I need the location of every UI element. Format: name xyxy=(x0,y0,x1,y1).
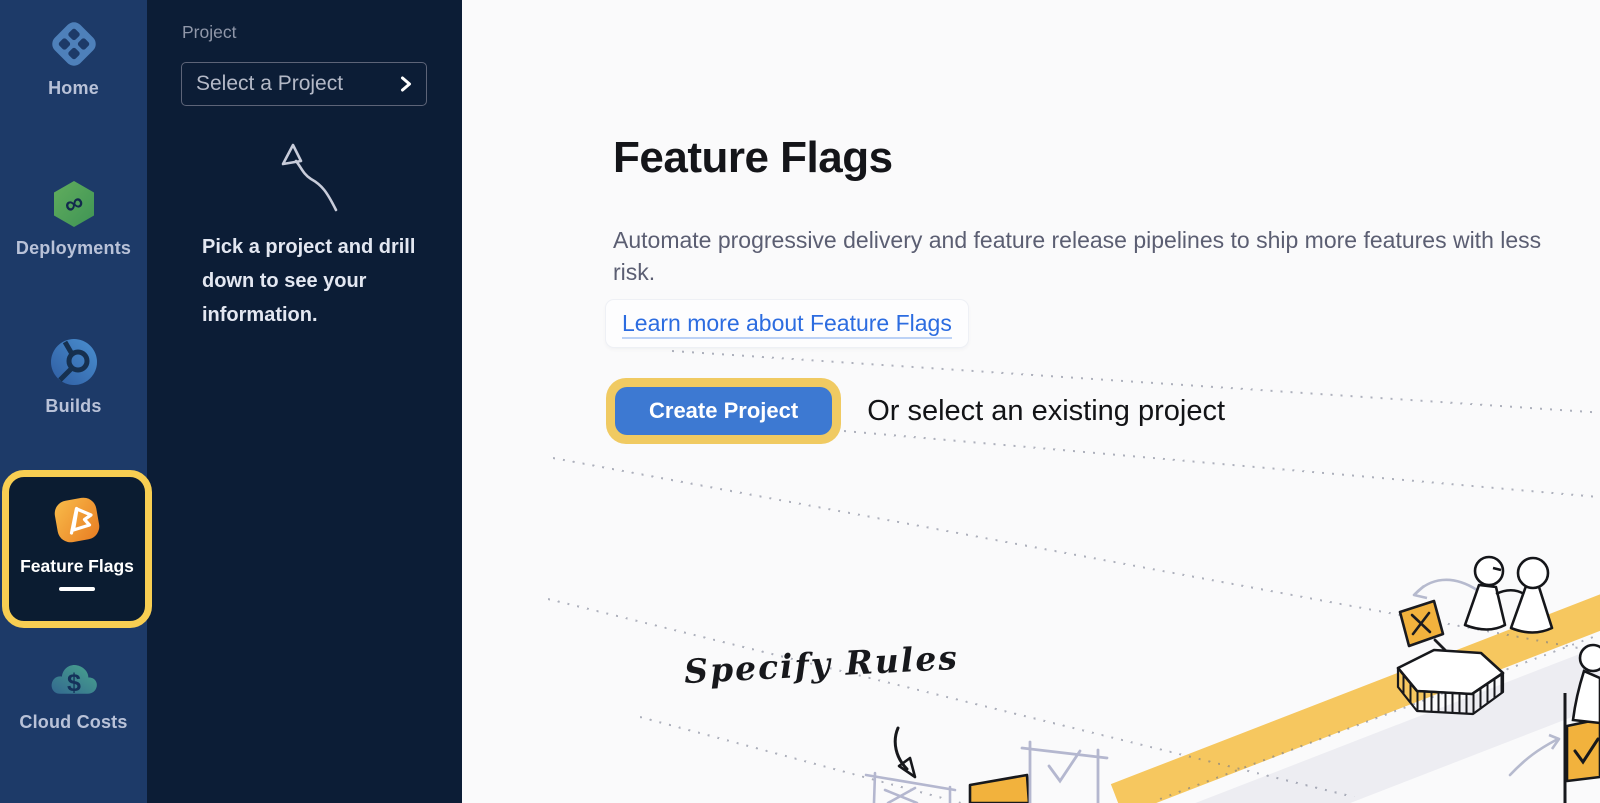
svg-text:$: $ xyxy=(67,669,81,697)
sketch-frame-check xyxy=(1022,742,1107,803)
sidebar-item-cloud-costs[interactable]: $ Cloud Costs xyxy=(0,652,147,733)
module-sidebar: Home ∞ Deployments xyxy=(0,0,147,803)
chevron-right-icon xyxy=(400,75,412,93)
feature-flags-page: Feature Flags Automate progressive deliv… xyxy=(462,0,1600,803)
feature-flags-icon xyxy=(50,493,104,547)
illustration-caption: Specify Rules xyxy=(683,638,960,691)
home-icon xyxy=(48,18,100,70)
sidebar-item-label: Deployments xyxy=(16,238,131,259)
sidebar-item-builds[interactable]: Builds xyxy=(0,336,147,417)
learn-more-link[interactable]: Learn more about Feature Flags xyxy=(622,310,952,339)
cloud-costs-icon: $ xyxy=(48,652,100,704)
project-field-label: Project xyxy=(182,22,236,43)
stick-figures xyxy=(1465,557,1552,633)
deployments-icon: ∞ xyxy=(48,178,100,230)
illustration-platform-sketch xyxy=(1330,530,1600,803)
yellow-flag-sketch xyxy=(970,775,1029,803)
app-window: Home ∞ Deployments xyxy=(0,0,1600,803)
project-panel: Project Select a Project Pick a project … xyxy=(147,0,462,803)
page-title: Feature Flags xyxy=(613,133,893,183)
sidebar-item-deployments[interactable]: ∞ Deployments xyxy=(0,178,147,259)
active-indicator xyxy=(59,587,95,591)
hand-drawn-arrow-icon xyxy=(265,136,345,220)
sidebar-item-label: Feature Flags xyxy=(20,556,134,577)
curved-arrow-icon xyxy=(1510,740,1556,775)
partial-figure xyxy=(1573,645,1600,723)
project-select[interactable]: Select a Project xyxy=(181,62,427,106)
or-select-text: Or select an existing project xyxy=(867,395,1225,428)
learn-more-container: Learn more about Feature Flags xyxy=(606,300,968,347)
sidebar-item-label: Builds xyxy=(45,396,101,417)
check-flag-sketch xyxy=(1567,719,1600,781)
page-description: Automate progressive delivery and featur… xyxy=(613,224,1548,288)
create-project-button[interactable]: Create Project xyxy=(615,387,832,435)
create-project-highlight-ring: Create Project xyxy=(606,378,841,444)
sidebar-item-label: Home xyxy=(48,78,99,99)
project-select-value: Select a Project xyxy=(196,72,400,96)
sidebar-item-feature-flags[interactable]: Feature Flags xyxy=(2,470,152,628)
project-hint-text: Pick a project and drill down to see you… xyxy=(202,230,420,332)
sidebar-item-label: Cloud Costs xyxy=(19,712,127,733)
cta-row: Create Project Or select an existing pro… xyxy=(606,378,1225,444)
sidebar-item-home[interactable]: Home xyxy=(0,18,147,99)
sketch-frame-x xyxy=(866,773,955,803)
illustration-bottom-sketch xyxy=(855,690,1155,803)
builds-icon xyxy=(48,336,100,388)
